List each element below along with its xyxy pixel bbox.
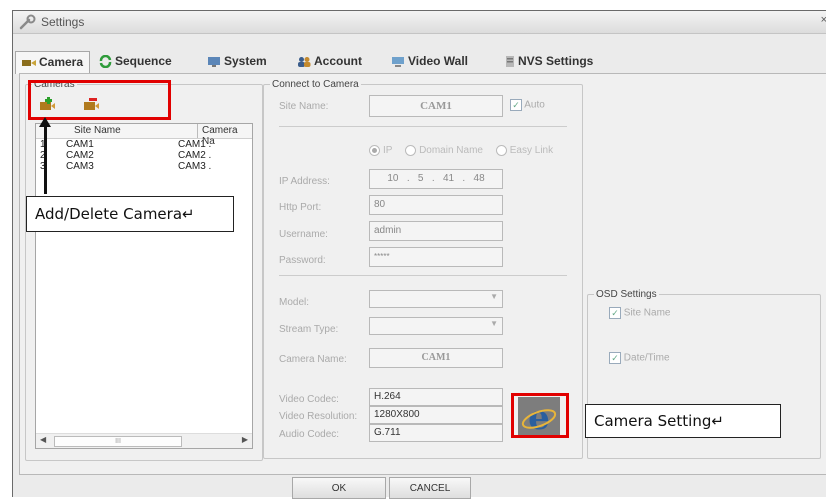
close-icon[interactable]: ×	[821, 14, 826, 26]
tab-camera-label: Camera	[39, 55, 84, 69]
radio-domain-name[interactable]: Domain Name	[405, 145, 483, 156]
auto-checkbox[interactable]: ✓ Auto	[510, 99, 545, 111]
tab-system-label: System	[224, 54, 267, 68]
divider	[279, 275, 567, 276]
tab-video-wall-label: Video Wall	[408, 54, 469, 68]
auto-label: Auto	[524, 99, 545, 111]
row-number: 2	[40, 150, 46, 161]
tab-nvs-settings[interactable]: NVS Settings	[505, 51, 593, 73]
password-input[interactable]: *****	[369, 247, 503, 267]
title-bar: Settings ×	[13, 11, 826, 34]
site-name-label: Site Name:	[279, 101, 329, 112]
scroll-thumb[interactable]: III	[54, 436, 182, 447]
camera-list: Site Name Camera Na 1 CAM1 CAM1 . 2 CAM2…	[35, 123, 253, 449]
row-number: 3	[40, 161, 46, 172]
row-site-name: CAM2	[66, 150, 94, 161]
video-resolution-label: Video Resolution:	[279, 411, 358, 422]
model-label: Model:	[279, 297, 310, 308]
username-label: Username:	[279, 229, 328, 240]
nvs-icon	[506, 56, 514, 68]
ip-address-input[interactable]: 10 . 5 . 41 . 48	[369, 169, 503, 189]
video-codec-value: H.264	[369, 388, 503, 406]
camera-name-input[interactable]: CAM1	[369, 348, 503, 368]
check-icon: ✓	[609, 352, 621, 364]
http-port-label: Http Port:	[279, 202, 322, 213]
camera-setting-highlight-box	[511, 393, 569, 438]
tab-system[interactable]: System	[207, 51, 267, 73]
table-row[interactable]: 3 CAM3 CAM3 .	[36, 161, 246, 172]
tab-nvs-settings-label: NVS Settings	[518, 54, 594, 68]
connect-group-legend: Connect to Camera	[272, 79, 359, 90]
camera-setting-callout: Camera Setting↵	[585, 404, 781, 438]
scroll-right-icon[interactable]: ▶	[242, 435, 248, 444]
callout-arrow-head	[39, 117, 51, 127]
tab-video-wall[interactable]: Video Wall	[391, 51, 468, 73]
row-camera-name: CAM3 .	[178, 161, 212, 172]
window-title: Settings	[41, 15, 85, 29]
camera-name-label: Camera Name:	[279, 354, 347, 365]
osd-datetime-checkbox[interactable]: ✓ Date/Time	[609, 352, 670, 364]
stream-type-label: Stream Type:	[279, 324, 339, 335]
column-divider[interactable]	[197, 124, 198, 138]
radio-easy-link[interactable]: Easy Link	[495, 145, 553, 156]
tab-camera[interactable]: Camera	[15, 51, 91, 74]
tab-account-label: Account	[314, 54, 362, 68]
divider	[279, 126, 567, 127]
table-row[interactable]: 2 CAM2 CAM2 .	[36, 150, 246, 161]
auto-check-icon: ✓	[510, 99, 522, 111]
sequence-icon	[99, 55, 112, 69]
ip-address-label: IP Address:	[279, 176, 330, 187]
horizontal-scrollbar[interactable]: ◀ III ▶	[36, 433, 252, 448]
callout-arrow-line	[44, 122, 47, 194]
add-delete-highlight-box	[28, 80, 171, 120]
row-number: 1	[40, 139, 46, 150]
camera-icon	[22, 59, 36, 66]
column-camera-name[interactable]: Camera Na	[202, 125, 252, 147]
video-wall-icon	[392, 56, 404, 67]
tab-strip: Camera Sequence System Account Video Wal…	[13, 51, 826, 74]
osd-site-name-checkbox[interactable]: ✓ Site Name	[609, 307, 670, 319]
video-codec-label: Video Codec:	[279, 394, 339, 405]
add-delete-camera-callout: Add/Delete Camera↵	[26, 196, 234, 232]
scroll-left-icon[interactable]: ◀	[40, 435, 46, 444]
password-label: Password:	[279, 255, 326, 266]
stream-type-dropdown[interactable]: ▼	[369, 317, 503, 335]
radio-ip[interactable]: IP	[369, 145, 392, 156]
monitor-icon	[208, 56, 220, 67]
chevron-down-icon: ▼	[490, 292, 498, 301]
model-dropdown[interactable]: ▼	[369, 290, 503, 308]
connection-type-radios: IP Domain Name Easy Link	[369, 145, 553, 156]
check-icon: ✓	[609, 307, 621, 319]
column-site-name[interactable]: Site Name	[74, 125, 121, 136]
chevron-down-icon: ▼	[490, 319, 498, 328]
osd-group-legend: OSD Settings	[596, 289, 657, 300]
row-camera-name: CAM2 .	[178, 150, 212, 161]
http-port-input[interactable]: 80	[369, 195, 503, 215]
site-name-input[interactable]: CAM1	[369, 95, 503, 117]
users-icon	[298, 56, 311, 67]
osd-datetime-label: Date/Time	[623, 352, 670, 364]
username-input[interactable]: admin	[369, 221, 503, 241]
video-resolution-value: 1280X800	[369, 406, 503, 424]
audio-codec-value: G.711	[369, 424, 503, 442]
wrench-icon	[19, 14, 36, 30]
tab-account[interactable]: Account	[297, 51, 362, 73]
tab-sequence-label: Sequence	[115, 54, 172, 68]
audio-codec-label: Audio Codec:	[279, 429, 340, 440]
row-site-name: CAM3	[66, 161, 94, 172]
camera-list-header: Site Name Camera Na	[36, 124, 252, 147]
osd-site-name-label: Site Name	[623, 307, 671, 319]
tab-sequence[interactable]: Sequence	[99, 51, 172, 73]
row-site-name: CAM1	[66, 139, 94, 150]
